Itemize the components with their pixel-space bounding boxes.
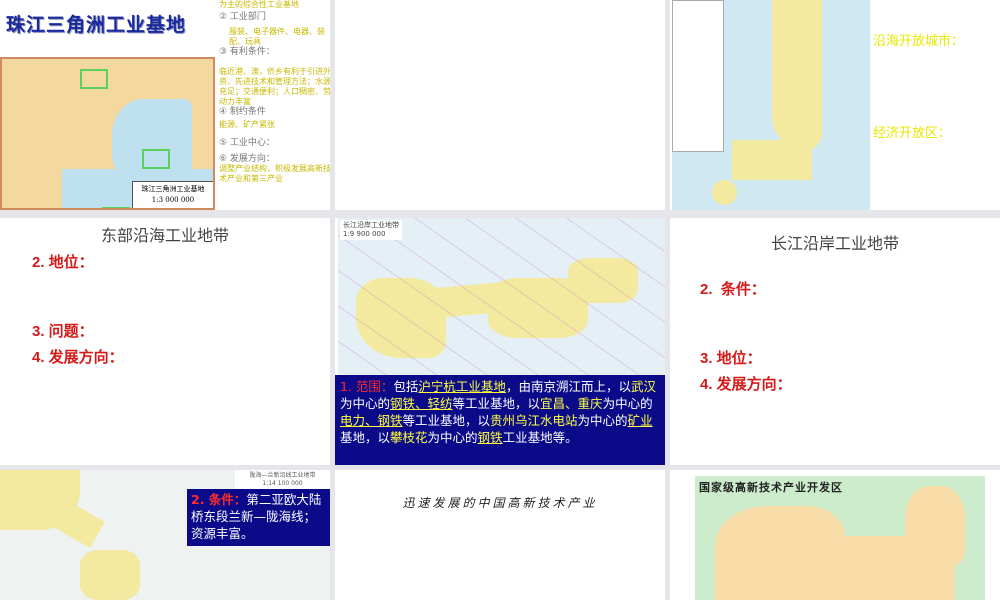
label: 2. 条件： — [191, 492, 247, 507]
yangtze-industrial-belt-map: 长江沿岸工业地带 1:9 900 000 — [338, 218, 665, 376]
map-scale: 1:9 900 000 — [343, 230, 386, 238]
note: 调整产业结构，积极发展高新技术产业和第三产业 — [219, 164, 330, 183]
slide-thumbnail-7[interactable]: 陇海—兰新沿线工业地带 1:14 100 000 2. 条件：第二亚欧大陆桥东段… — [0, 470, 330, 600]
text-span: ，由南京溯江而上，以 — [505, 379, 631, 394]
slide-thumbnail-3[interactable]: 沿海开放城市： 经济开放区： — [670, 0, 1000, 210]
text-span: 等工业基地，以 — [402, 413, 491, 428]
text-span: 矿业 — [627, 413, 653, 428]
pearl-river-delta-map: 珠江三角洲工业基地 1:3 000 000 — [0, 57, 215, 210]
text-span: 包括 — [393, 379, 419, 394]
coastal-china-map — [672, 0, 870, 210]
scope-text-box: 1. 范围：包括沪宁杭工业基地，由南京溯江而上，以武汉为中心的钢铁、轻纺等工业基… — [335, 375, 665, 465]
note: 为主的综合性工业基地 — [219, 0, 299, 9]
map-title: 国家级高新技术产业开发区 — [699, 481, 843, 494]
slide-thumbnail-5[interactable]: 长江沿岸工业地带 1:9 900 000 1. 范围：包括沪宁杭工业基地，由南京… — [335, 218, 665, 465]
slide-thumbnail-6[interactable]: 长江沿岸工业地带 2. 条件： 3. 地位： 4. 发展方向： — [670, 218, 1000, 465]
map-title: 长江沿岸工业地带 — [343, 221, 399, 229]
text-span: 钢铁 — [477, 430, 503, 445]
note: ③ 有利条件： — [219, 47, 275, 57]
map-caption: 珠江三角洲工业基地 — [141, 185, 205, 193]
coastal-open-cities-label: 沿海开放城市： — [873, 34, 965, 49]
text-span: 贵州乌江水电站 — [490, 413, 578, 428]
note: ② 工业部门 — [219, 12, 266, 22]
slide-thumbnail-2[interactable] — [335, 0, 665, 210]
item-position: 3. 地位： — [700, 350, 762, 367]
text-span: 为中心的 — [427, 430, 478, 445]
notes-column: 为主的综合性工业基地 ② 工业部门 服装、电子器件、电器、装配、玩具 ③ 有利条… — [219, 0, 330, 184]
item-direction: 4. 发展方向： — [32, 349, 124, 366]
slide-title: 珠江三角洲工业基地 — [6, 14, 187, 36]
text-span: 等工业基地，以 — [452, 396, 541, 411]
text-span: 攀枝花 — [390, 430, 428, 445]
slide-thumbnail-1[interactable]: 珠江三角洲工业基地 珠江三角洲工业基地 1:3 000 000 为主的综合性工业… — [0, 0, 330, 210]
slide-title: 迅速发展的中国高新技术产业 — [402, 496, 598, 510]
item-conditions: 2. 条件： — [700, 281, 766, 298]
slide-title: 东部沿海工业地带 — [100, 226, 229, 245]
text-span: 为中心的 — [602, 396, 653, 411]
high-tech-zones-map: 国家级高新技术产业开发区 — [695, 476, 985, 600]
label: 1. 范围： — [340, 379, 394, 394]
text-span: 电力、钢铁 — [340, 413, 403, 428]
slide-thumbnail-4[interactable]: 东部沿海工业地带 2. 地位： 3. 问题： 4. 发展方向： — [0, 218, 330, 465]
text-span: 为中心的 — [340, 396, 391, 411]
item-direction: 4. 发展方向： — [700, 376, 792, 393]
slide-title: 长江沿岸工业地带 — [770, 234, 899, 253]
text-span: 工业基地等。 — [502, 430, 578, 445]
text-span: 钢铁、轻纺 — [390, 396, 453, 411]
map-title: 陇海—兰新沿线工业地带 — [249, 472, 316, 479]
conditions-text-box: 2. 条件：第二亚欧大陆桥东段兰新—陇海线；资源丰富。 — [187, 489, 330, 546]
note: ④ 制约条件 — [219, 107, 266, 117]
slide-thumbnail-9[interactable]: 国家级高新技术产业开发区 — [670, 470, 1000, 600]
text-span: 为中心的 — [577, 413, 628, 428]
note: 服装、电子器件、电器、装配、玩具 — [229, 27, 325, 46]
text-span: 基地，以 — [340, 430, 391, 445]
economic-open-zone-label: 经济开放区： — [873, 126, 952, 141]
slide-thumbnail-8[interactable]: 迅速发展的中国高新技术产业 — [335, 470, 665, 600]
map-legend-box: 长江沿岸工业地带 1:9 900 000 — [340, 220, 402, 240]
note: ⑥ 发展方向： — [219, 154, 275, 164]
item-problems: 3. 问题： — [32, 323, 94, 340]
text-span: 沪宁杭工业基地 — [418, 379, 506, 394]
text-span: 宜昌、重庆 — [540, 396, 603, 411]
item-position: 2. 地位： — [32, 254, 94, 271]
note: 能源、矿产紧张 — [219, 120, 275, 129]
map-scale: 1:14 100 000 — [262, 480, 303, 487]
map-scale: 1:3 000 000 — [151, 196, 195, 204]
note: ⑤ 工业中心： — [219, 138, 275, 148]
note: 临近港、澳，侨乡有利于引进外资、先进技术和管理方法；水源充足；交通便利；人口稠密… — [219, 67, 330, 106]
text-span: 武汉 — [630, 379, 656, 394]
